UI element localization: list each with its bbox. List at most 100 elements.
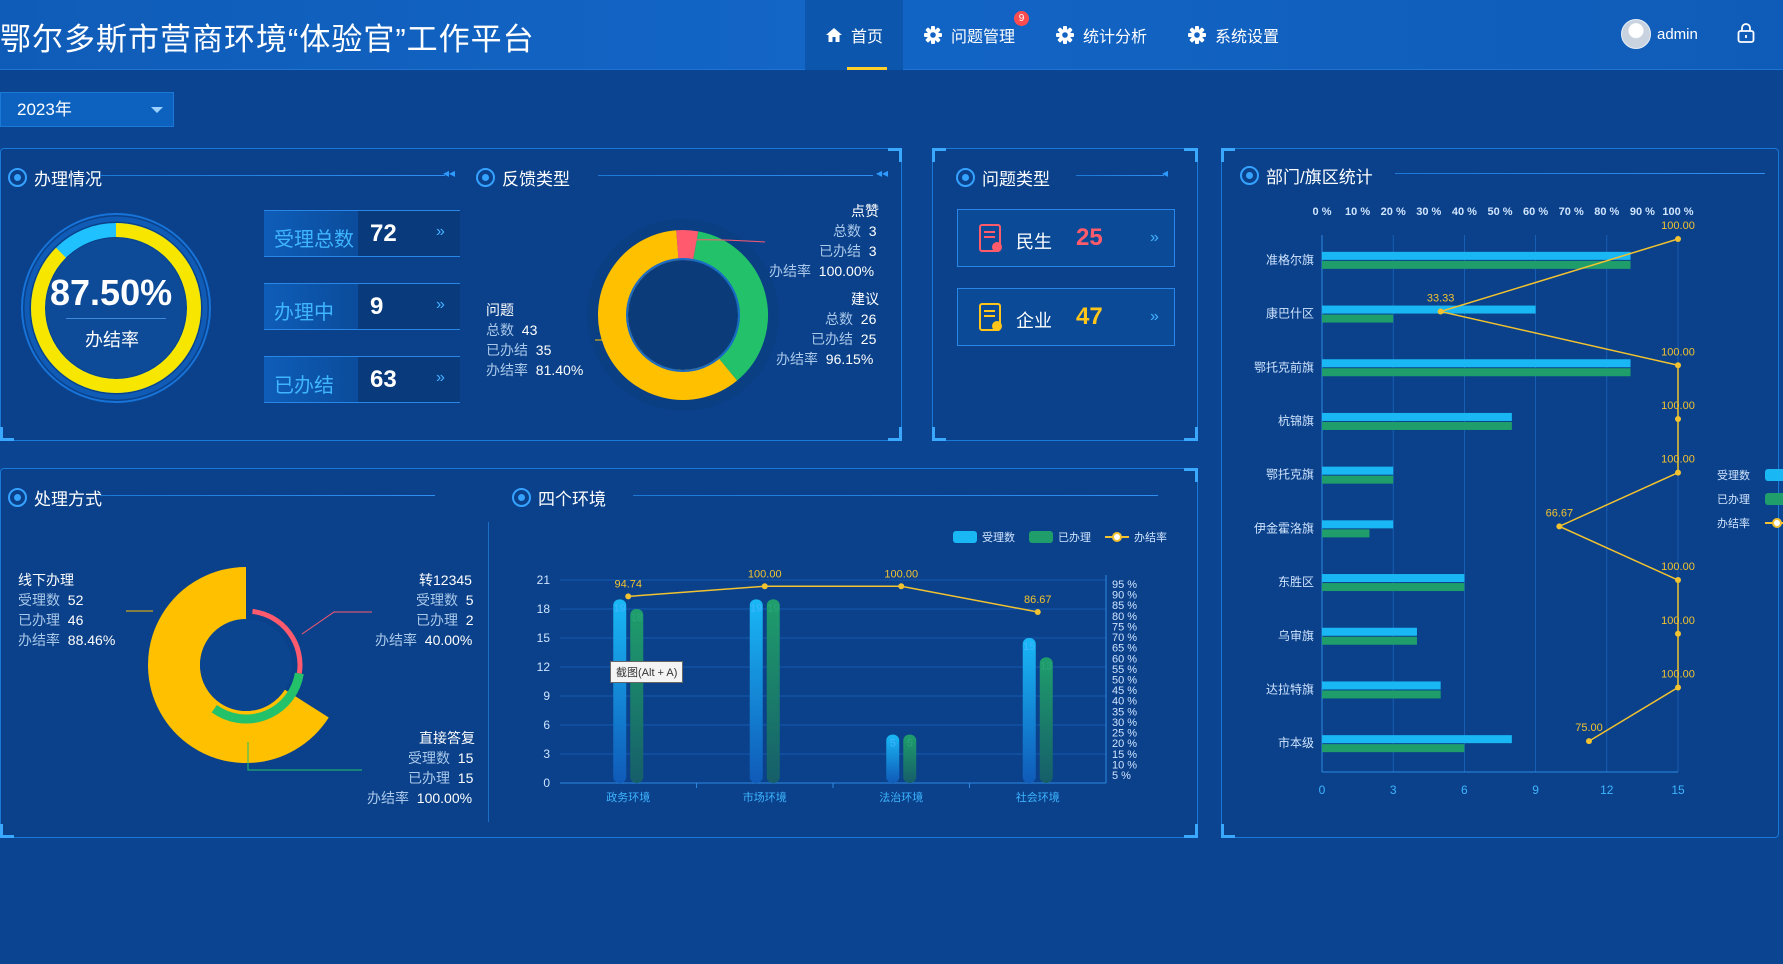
stat-completed[interactable]: 已办结 63» bbox=[264, 356, 460, 403]
rate-point bbox=[1675, 630, 1681, 637]
rate-point bbox=[1675, 236, 1681, 242]
rate-label: 100.00 bbox=[884, 568, 918, 580]
issue-type-livelihood[interactable]: 民生 25 » bbox=[957, 209, 1175, 267]
y-tick-label: 9 bbox=[543, 689, 550, 703]
year-select[interactable]: 2023年 bbox=[0, 92, 174, 127]
rate-label: 100.00 bbox=[748, 568, 782, 580]
y-tick-label: 康巴什区 bbox=[1266, 306, 1314, 321]
y-tick-label: 0 bbox=[543, 776, 550, 790]
x2-tick-label: 10 % bbox=[1345, 206, 1370, 218]
y2-tick-label: 25 % bbox=[1112, 728, 1137, 740]
nav-issue-management[interactable]: 问题管理 9 bbox=[903, 0, 1035, 70]
document-icon bbox=[979, 303, 1002, 331]
y-tick-label: 市本级 bbox=[1278, 735, 1314, 750]
y-tick-label: 鄂托克前旗 bbox=[1254, 359, 1314, 374]
x2-tick-label: 60 % bbox=[1523, 206, 1548, 218]
bar-accepted bbox=[613, 599, 627, 783]
y2-tick-label: 65 % bbox=[1112, 643, 1137, 655]
feedback-title: 反馈类型 bbox=[476, 165, 570, 190]
stat-total[interactable]: 受理总数 72» bbox=[264, 210, 460, 257]
bar-accepted bbox=[1322, 251, 1631, 260]
handling-title: 办理情况 bbox=[8, 165, 102, 190]
rate-label: 100.00 bbox=[1661, 561, 1695, 573]
rate-point bbox=[1586, 738, 1592, 745]
direct-name: 直接答复 bbox=[419, 730, 475, 746]
target-icon bbox=[956, 168, 975, 187]
x-tick-label: 15 bbox=[1671, 783, 1685, 797]
bar-label: 13 bbox=[1040, 660, 1052, 672]
user-menu[interactable]: admin bbox=[1621, 19, 1698, 49]
y2-tick-label: 85 % bbox=[1112, 600, 1137, 612]
double-chevron-icon: » bbox=[436, 223, 445, 240]
legend-marker bbox=[1772, 518, 1782, 528]
collapse-icon[interactable]: ◂ bbox=[1162, 166, 1168, 180]
y2-tick-label: 30 % bbox=[1112, 717, 1137, 729]
x2-tick-label: 80 % bbox=[1594, 206, 1619, 218]
x-tick-label: 社会环境 bbox=[1016, 790, 1060, 804]
bar-accepted bbox=[1322, 466, 1394, 475]
suggest-name: 建议 bbox=[851, 291, 879, 307]
collapse-icon[interactable]: ◂◂ bbox=[443, 166, 455, 180]
feedback-leader-lines bbox=[595, 239, 766, 341]
bar-handled bbox=[1039, 657, 1053, 783]
problem-name: 问题 bbox=[486, 302, 514, 318]
app-title: 鄂尔多斯市营商环境“体验官”工作平台 bbox=[0, 22, 535, 57]
hotline-name: 转12345 bbox=[419, 572, 472, 588]
rate-label: 100.00 bbox=[1661, 400, 1695, 412]
nav-home-label: 首页 bbox=[851, 29, 884, 46]
y2-tick-label: 15 % bbox=[1112, 749, 1137, 761]
username: admin bbox=[1657, 25, 1698, 43]
top-header: 鄂尔多斯市营商环境“体验官”工作平台 首页 问题管理 9 统计分析 系统设置 a… bbox=[0, 0, 1783, 70]
x2-tick-label: 100 % bbox=[1662, 206, 1693, 218]
rate-point bbox=[625, 593, 632, 600]
target-icon bbox=[1240, 166, 1259, 185]
donut-hole bbox=[200, 619, 292, 711]
bar-handled bbox=[1322, 421, 1512, 430]
avatar bbox=[1621, 19, 1651, 49]
y2-tick-label: 35 % bbox=[1112, 706, 1137, 718]
rate-label: 100.00 bbox=[1661, 668, 1695, 680]
y2-tick-label: 40 % bbox=[1112, 696, 1137, 708]
y2-tick-label: 20 % bbox=[1112, 738, 1137, 750]
chevron-down-icon bbox=[151, 107, 163, 113]
bar-accepted bbox=[1322, 735, 1512, 744]
collapse-icon[interactable]: ◂◂ bbox=[876, 166, 888, 180]
y2-tick-label: 80 % bbox=[1112, 611, 1137, 623]
target-icon bbox=[476, 168, 495, 187]
legend-label: 已办理 bbox=[1717, 493, 1750, 506]
y-tick-label: 鄂托克旗 bbox=[1266, 467, 1314, 482]
y-tick-label: 6 bbox=[543, 718, 550, 732]
stat-in-progress[interactable]: 办理中 9» bbox=[264, 283, 460, 330]
rate-label: 33.33 bbox=[1427, 293, 1455, 305]
x-tick-label: 0 bbox=[1319, 783, 1326, 797]
dept-title: 部门/旗区统计 bbox=[1240, 163, 1373, 188]
lock-icon[interactable] bbox=[1736, 22, 1756, 44]
y-tick-label: 东胜区 bbox=[1278, 574, 1314, 589]
offline-name: 线下办理 bbox=[18, 572, 74, 588]
y2-tick-label: 95 % bbox=[1112, 579, 1137, 591]
rate-point bbox=[1675, 415, 1681, 422]
screenshot-tooltip: 截图(Alt + A) bbox=[610, 661, 684, 683]
target-icon bbox=[512, 488, 531, 507]
y-tick-label: 乌审旗 bbox=[1278, 628, 1314, 643]
y-tick-label: 15 bbox=[537, 631, 551, 645]
y-tick-label: 21 bbox=[537, 573, 551, 587]
nav-home[interactable]: 首页 bbox=[805, 0, 904, 70]
x-tick-label: 12 bbox=[1600, 783, 1614, 797]
rate-point bbox=[1556, 523, 1563, 530]
document-icon bbox=[979, 224, 1002, 252]
like-name: 点赞 bbox=[851, 203, 879, 219]
gear-icon bbox=[1188, 26, 1207, 44]
rate-point bbox=[1034, 608, 1041, 615]
bar-label: 19 bbox=[614, 602, 626, 614]
nav-settings-label: 系统设置 bbox=[1215, 29, 1280, 46]
x2-tick-label: 40 % bbox=[1452, 206, 1477, 218]
rate-label: 100.00 bbox=[1661, 454, 1695, 466]
rate-line bbox=[628, 585, 1038, 613]
gear-icon bbox=[924, 26, 943, 44]
nav-settings[interactable]: 系统设置 bbox=[1167, 0, 1299, 70]
issue-type-enterprise[interactable]: 企业 47 » bbox=[957, 288, 1175, 346]
nav-statistics[interactable]: 统计分析 bbox=[1035, 0, 1167, 70]
bar-handled bbox=[1322, 636, 1417, 645]
rate-label: 100.00 bbox=[1661, 346, 1695, 358]
